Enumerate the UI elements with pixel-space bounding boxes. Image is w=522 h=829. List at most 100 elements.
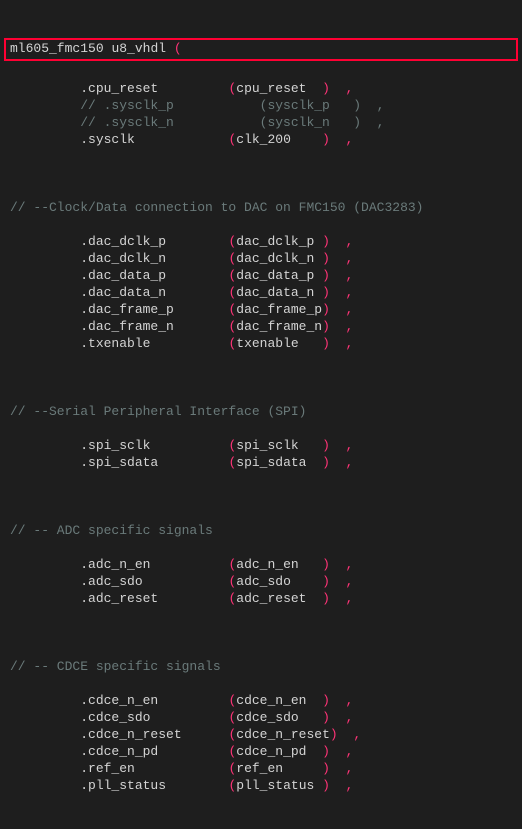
right-paren: ) <box>322 81 330 96</box>
signal-name: dac_frame_n <box>236 319 322 334</box>
blank-line <box>0 811 522 828</box>
port-name: .dac_data_p <box>80 268 166 283</box>
port-name: .spi_sclk <box>80 438 150 453</box>
comma: , <box>346 693 354 708</box>
port-line: .dac_dclk_p (dac_dclk_p ) , <box>0 233 522 250</box>
signal-name: cdce_n_en <box>236 693 306 708</box>
comma: , <box>346 557 354 572</box>
right-paren: ) <box>322 778 330 793</box>
port-name: .cdce_n_en <box>80 693 158 708</box>
signal-name: dac_dclk_n <box>236 251 314 266</box>
comma: , <box>346 319 354 334</box>
comma: , <box>346 591 354 606</box>
signal-name: adc_reset <box>236 591 306 606</box>
signal-name: spi_sdata <box>236 455 306 470</box>
blank-line <box>0 369 522 386</box>
comment-spi: // --Serial Peripheral Interface (SPI) <box>0 403 522 420</box>
port-line: .dac_data_p (dac_data_p ) , <box>0 267 522 284</box>
right-paren: ) <box>322 710 330 725</box>
right-paren: ) <box>322 234 330 249</box>
instance-name: u8_vhdl <box>111 41 166 56</box>
right-paren: ) <box>330 727 338 742</box>
signal-name: dac_dclk_p <box>236 234 314 249</box>
right-paren: ) <box>322 574 330 589</box>
port-name: .cdce_n_pd <box>80 744 158 759</box>
right-paren: ) <box>322 285 330 300</box>
port-line: .dac_data_n (dac_data_n ) , <box>0 284 522 301</box>
port-line: .cdce_n_reset (cdce_n_reset) , <box>0 726 522 743</box>
comma: , <box>346 132 354 147</box>
port-line: .pll_status (pll_status ) , <box>0 777 522 794</box>
comma: , <box>353 727 361 742</box>
port-name: .dac_frame_n <box>80 319 174 334</box>
port-name: .cdce_sdo <box>80 710 150 725</box>
code-block: ml605_fmc150 u8_vhdl ( .cpu_reset (cpu_r… <box>0 0 522 829</box>
signal-name: cdce_n_reset <box>236 727 330 742</box>
comma: , <box>346 251 354 266</box>
signal-name: clk_200 <box>236 132 291 147</box>
comma: , <box>346 268 354 283</box>
port-line: .adc_sdo (adc_sdo ) , <box>0 573 522 590</box>
port-name: .adc_n_en <box>80 557 150 572</box>
highlighted-instantiation: ml605_fmc150 u8_vhdl ( <box>4 38 518 61</box>
port-name: .adc_sdo <box>80 574 142 589</box>
signal-name: ref_en <box>236 761 283 776</box>
comment-cdce: // -- CDCE specific signals <box>0 658 522 675</box>
port-line: .spi_sdata (spi_sdata ) , <box>0 454 522 471</box>
port-line: .cpu_reset (cpu_reset ) , <box>0 80 522 97</box>
right-paren: ) <box>322 438 330 453</box>
comma: , <box>346 574 354 589</box>
port-line: .sysclk (clk_200 ) , <box>0 131 522 148</box>
port-name: .adc_reset <box>80 591 158 606</box>
comma: , <box>346 336 354 351</box>
blank-line <box>0 165 522 182</box>
port-line: .cdce_n_en (cdce_n_en ) , <box>0 692 522 709</box>
signal-name: txenable <box>236 336 298 351</box>
ports-spi: .spi_sclk (spi_sclk ) , .spi_sdata (spi_… <box>0 437 522 471</box>
signal-name: adc_sdo <box>236 574 291 589</box>
comma: , <box>346 455 354 470</box>
comma: , <box>346 710 354 725</box>
comma: , <box>346 234 354 249</box>
comma: , <box>346 81 354 96</box>
comment-dac-conn: // --Clock/Data connection to DAC on FMC… <box>0 199 522 216</box>
comma: , <box>346 302 354 317</box>
signal-name: cdce_sdo <box>236 710 298 725</box>
comma: , <box>346 438 354 453</box>
port-name: .cpu_reset <box>80 81 158 96</box>
comment-adc: // -- ADC specific signals <box>0 522 522 539</box>
port-line: // .sysclk_p (sysclk_p ) , <box>0 97 522 114</box>
right-paren: ) <box>322 302 330 317</box>
comma: , <box>346 761 354 776</box>
port-name: .spi_sdata <box>80 455 158 470</box>
comma: , <box>346 285 354 300</box>
signal-name: dac_frame_p <box>236 302 322 317</box>
port-line: .adc_reset (adc_reset ) , <box>0 590 522 607</box>
right-paren: ) <box>322 251 330 266</box>
signal-name: cpu_reset <box>236 81 306 96</box>
signal-name: dac_data_n <box>236 285 314 300</box>
port-line: .cdce_sdo (cdce_sdo ) , <box>0 709 522 726</box>
port-name: .sysclk <box>80 132 135 147</box>
port-name: .dac_dclk_n <box>80 251 166 266</box>
comma: , <box>346 744 354 759</box>
open-paren: ( <box>174 41 182 56</box>
port-line: .cdce_n_pd (cdce_n_pd ) , <box>0 743 522 760</box>
right-paren: ) <box>322 268 330 283</box>
right-paren: ) <box>322 557 330 572</box>
right-paren: ) <box>322 591 330 606</box>
ports-dac-clk: .dac_dclk_p (dac_dclk_p ) , .dac_dclk_n … <box>0 233 522 352</box>
port-line: .dac_dclk_n (dac_dclk_n ) , <box>0 250 522 267</box>
comma: , <box>346 778 354 793</box>
port-name: .cdce_n_reset <box>80 727 181 742</box>
blank-line <box>0 488 522 505</box>
blank-line <box>0 624 522 641</box>
right-paren: ) <box>322 455 330 470</box>
port-name: .pll_status <box>80 778 166 793</box>
signal-name: dac_data_p <box>236 268 314 283</box>
port-name: .dac_frame_p <box>80 302 174 317</box>
port-name: .dac_data_n <box>80 285 166 300</box>
module-name: ml605_fmc150 <box>10 41 104 56</box>
right-paren: ) <box>322 693 330 708</box>
right-paren: ) <box>322 336 330 351</box>
